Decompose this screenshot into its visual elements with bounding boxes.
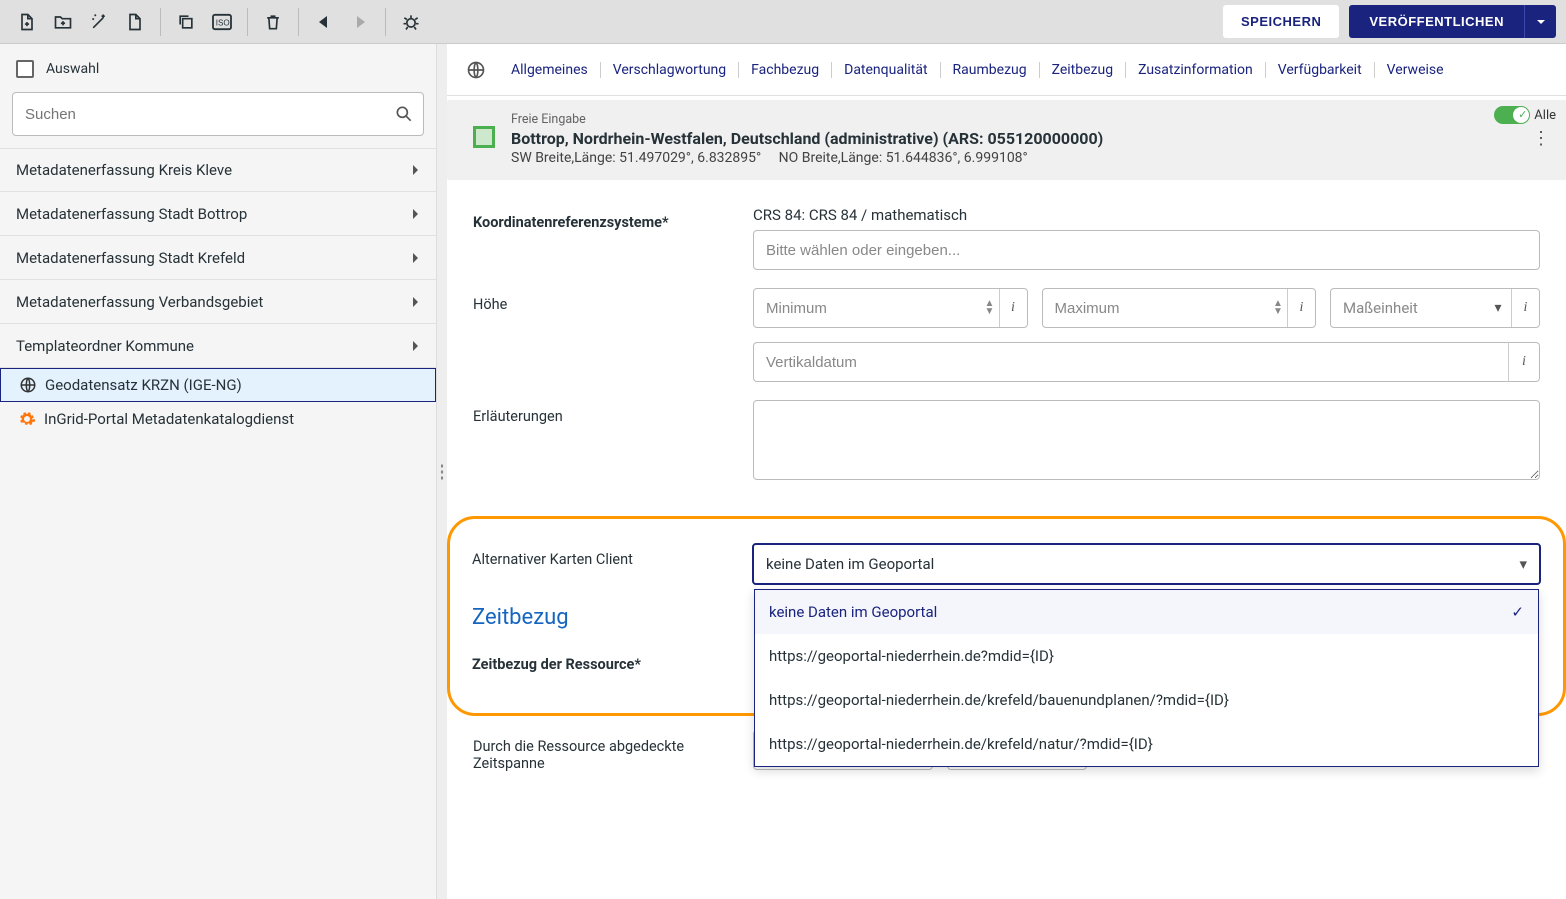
tree-label: Metadatenerfassung Stadt Bottrop: [16, 205, 247, 223]
tabs: Allgemeines Verschlagwortung Fachbezug D…: [447, 44, 1566, 96]
akc-select[interactable]: keine Daten im Geoportal ▾ keine Daten i…: [752, 543, 1541, 585]
tree-folder[interactable]: Metadatenerfassung Kreis Kleve: [0, 148, 436, 192]
max-input[interactable]: [1043, 300, 1270, 317]
akc-value: keine Daten im Geoportal: [766, 555, 934, 573]
crs-value: CRS 84: CRS 84 / mathematisch: [753, 206, 1540, 224]
tree-label: Metadatenerfassung Stadt Krefeld: [16, 249, 245, 267]
tree-leaf-label: Geodatensatz KRZN (IGE-NG): [45, 376, 242, 394]
tree-folder[interactable]: Templateordner Kommune: [0, 324, 436, 368]
info-icon[interactable]: i: [999, 289, 1027, 327]
chevron-right-icon: [410, 251, 420, 265]
globe-icon: [459, 60, 493, 80]
dropdown-option[interactable]: https://geoportal-niederrhein.de/krefeld…: [755, 722, 1538, 766]
min-input[interactable]: [754, 300, 981, 317]
save-button[interactable]: SPEICHERN: [1223, 5, 1339, 38]
tree-leaf-service[interactable]: InGrid-Portal Metadatenkatalogdienst: [0, 402, 436, 436]
sidebar: Auswahl Metadatenerfassung Kreis Kleve M…: [0, 44, 437, 899]
tree-list: Metadatenerfassung Kreis Kleve Metadaten…: [0, 148, 436, 899]
more-icon[interactable]: ⋮: [1532, 128, 1556, 149]
new-folder-icon[interactable]: [46, 5, 80, 39]
tab-datenqualitaet[interactable]: Datenqualität: [832, 62, 940, 78]
tab-verfuegbarkeit[interactable]: Verfügbarkeit: [1266, 62, 1375, 78]
copy-icon[interactable]: [169, 5, 203, 39]
iso-icon[interactable]: ISO: [205, 5, 239, 39]
tab-raumbezug[interactable]: Raumbezug: [941, 62, 1040, 78]
select-all-checkbox[interactable]: [16, 60, 34, 78]
card-title: Bottrop, Nordrhein-Westfalen, Deutschlan…: [511, 129, 1103, 148]
prev-icon[interactable]: [307, 5, 341, 39]
spinner-icon[interactable]: ▲▼: [1269, 300, 1287, 316]
publish-button[interactable]: VERÖFFENTLICHEN: [1349, 5, 1524, 38]
erlauterungen-textarea[interactable]: [753, 400, 1540, 480]
tree-folder[interactable]: Metadatenerfassung Stadt Bottrop: [0, 192, 436, 236]
dropdown-option[interactable]: https://geoportal-niederrhein.de?mdid={I…: [755, 634, 1538, 678]
tree-label: Templateordner Kommune: [16, 337, 194, 355]
spatial-marker-icon: [473, 126, 495, 148]
tab-fachbezug[interactable]: Fachbezug: [739, 62, 832, 78]
spinner-icon[interactable]: ▲▼: [981, 300, 999, 316]
tree-folder[interactable]: Metadatenerfassung Verbandsgebiet: [0, 280, 436, 324]
caret-down-icon: ▾: [1519, 555, 1527, 573]
highlight-box: Alternativer Karten Client keine Daten i…: [447, 516, 1566, 716]
chevron-right-icon: [410, 339, 420, 353]
akc-label: Alternativer Karten Client: [472, 543, 752, 568]
search-icon[interactable]: [394, 104, 414, 124]
info-icon[interactable]: i: [1511, 289, 1539, 327]
tree-folder[interactable]: Metadatenerfassung Stadt Krefeld: [0, 236, 436, 280]
max-field[interactable]: ▲▼ i: [1042, 288, 1317, 328]
publish-dropdown-button[interactable]: [1524, 5, 1556, 38]
content: Allgemeines Verschlagwortung Fachbezug D…: [447, 44, 1566, 899]
zeitspanne-label: Durch die Ressource abgedeckte Zeitspann…: [473, 730, 753, 772]
tab-zusatzinformation[interactable]: Zusatzinformation: [1126, 62, 1266, 78]
dropdown-option[interactable]: https://geoportal-niederrhein.de/krefeld…: [755, 678, 1538, 722]
info-icon[interactable]: i: [1287, 289, 1315, 327]
chevron-right-icon: [410, 295, 420, 309]
globe-icon: [19, 376, 37, 394]
spatial-card: Freie Eingabe Bottrop, Nordrhein-Westfal…: [447, 100, 1566, 180]
hoehe-label: Höhe: [473, 288, 753, 313]
tree-label: Metadatenerfassung Verbandsgebiet: [16, 293, 263, 311]
unit-field[interactable]: Maßeinheit ▾ i: [1330, 288, 1540, 328]
zeitbezug-ressource-label: Zeitbezug der Ressource*: [472, 648, 752, 673]
check-icon: ✓: [1511, 603, 1524, 621]
bug-icon[interactable]: [394, 5, 428, 39]
toggle-all[interactable]: ✓: [1494, 106, 1530, 124]
akc-dropdown: keine Daten im Geoportal ✓ https://geopo…: [754, 589, 1539, 767]
dropdown-option[interactable]: keine Daten im Geoportal ✓: [755, 590, 1538, 634]
tab-verweise[interactable]: Verweise: [1375, 62, 1456, 78]
tab-zeitbezug[interactable]: Zeitbezug: [1040, 62, 1126, 78]
chevron-right-icon: [410, 163, 420, 177]
erlauterungen-label: Erläuterungen: [473, 400, 753, 425]
tree-leaf-label: InGrid-Portal Metadatenkatalogdienst: [44, 410, 294, 428]
min-field[interactable]: ▲▼ i: [753, 288, 1028, 328]
tab-allgemeines[interactable]: Allgemeines: [499, 62, 601, 78]
unit-placeholder: Maßeinheit: [1343, 299, 1485, 317]
card-label: Freie Eingabe: [511, 112, 1103, 127]
toggle-all-label: Alle: [1534, 108, 1556, 123]
search-input[interactable]: [12, 92, 424, 136]
new-doc-icon[interactable]: [10, 5, 44, 39]
tree-leaf-geodatensatz[interactable]: Geodatensatz KRZN (IGE-NG): [0, 368, 436, 402]
info-icon[interactable]: i: [1508, 342, 1540, 382]
doc-icon[interactable]: [118, 5, 152, 39]
gear-icon: [18, 410, 36, 428]
tree-label: Metadatenerfassung Kreis Kleve: [16, 161, 232, 179]
crs-label: Koordinatenreferenzsysteme*: [473, 206, 753, 231]
next-icon: [343, 5, 377, 39]
crs-input[interactable]: [753, 230, 1540, 270]
svg-text:ISO: ISO: [216, 18, 230, 27]
caret-down-icon: ▾: [1485, 300, 1511, 316]
splitter[interactable]: [437, 44, 447, 899]
top-toolbar: ISO SPEICHERN VERÖFFENTLICHEN: [0, 0, 1566, 44]
select-all-label: Auswahl: [46, 61, 99, 77]
wand-icon[interactable]: [82, 5, 116, 39]
chevron-right-icon: [410, 207, 420, 221]
tab-verschlagwortung[interactable]: Verschlagwortung: [601, 62, 739, 78]
vertikaldatum-input[interactable]: [753, 342, 1508, 382]
sw-coords: SW Breite,Länge: 51.497029°, 6.832895°: [511, 150, 761, 166]
no-coords: NO Breite,Länge: 51.644836°, 6.999108°: [779, 150, 1028, 166]
delete-icon[interactable]: [256, 5, 290, 39]
